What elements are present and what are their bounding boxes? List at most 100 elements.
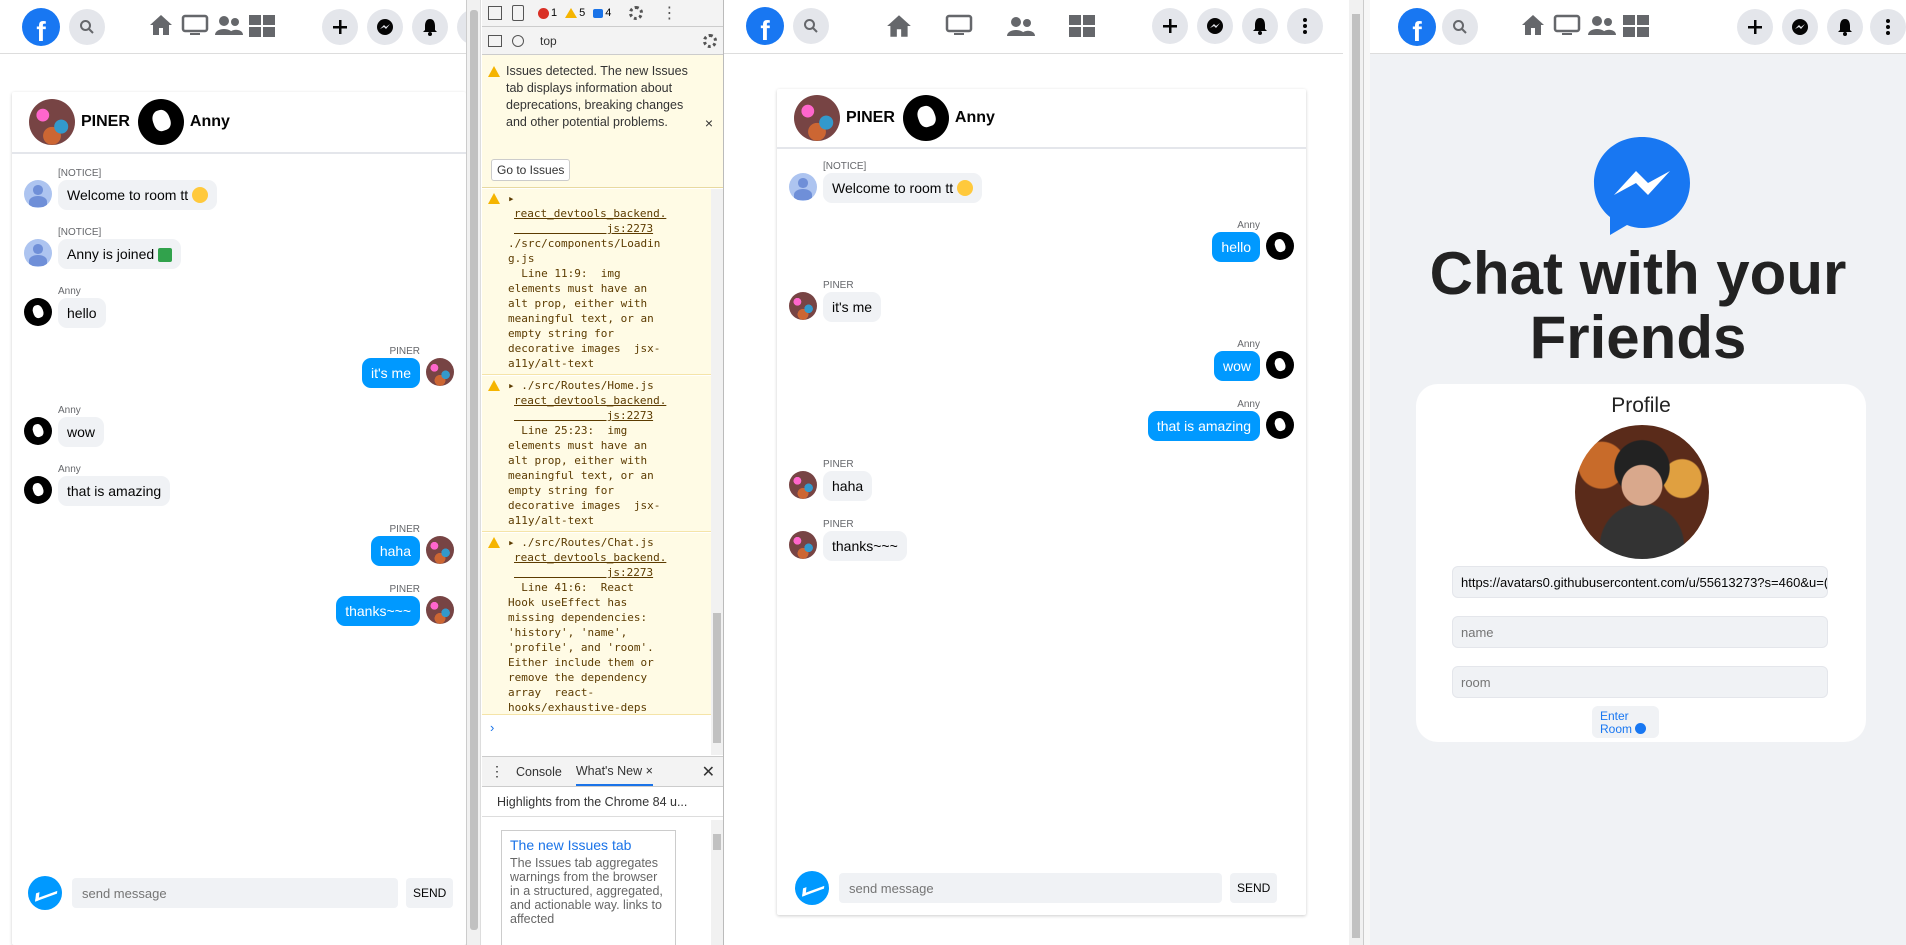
home-icon[interactable]: [885, 13, 913, 39]
message-text: that is amazing: [67, 483, 162, 499]
close-drawer-icon[interactable]: ✕: [702, 762, 715, 782]
name-input[interactable]: [1452, 616, 1828, 648]
close-banner-icon[interactable]: ×: [705, 115, 713, 131]
message-row: Anny wow: [1208, 339, 1294, 381]
facebook-logo-icon[interactable]: f: [22, 8, 60, 46]
message-text: Anny is joined: [67, 246, 155, 262]
create-plus-icon[interactable]: [322, 9, 358, 45]
groups-icon[interactable]: [1587, 15, 1617, 35]
menu-more-icon[interactable]: [457, 9, 466, 45]
message-row: Anny that is amazing: [24, 464, 176, 506]
settings-gear-icon[interactable]: [629, 6, 644, 20]
expand-arrow-icon[interactable]: ▸: [508, 192, 515, 205]
message-content: [NOTICE] Welcome to room tt: [58, 168, 218, 210]
message-content: PINER thanks~~~: [823, 519, 907, 561]
console-warning-entry[interactable]: ▸ ./src/Routes/Home.js react_devtools_bac…: [482, 376, 711, 532]
clear-console-icon[interactable]: [512, 34, 524, 47]
notifications-bell-icon[interactable]: [1242, 8, 1278, 44]
message-bubble: hello: [58, 298, 106, 328]
warning-counter[interactable]: 5: [565, 7, 585, 19]
message-sender: PINER: [823, 280, 854, 291]
facebook-logo-icon[interactable]: f: [746, 7, 784, 45]
create-plus-icon[interactable]: [1737, 9, 1773, 45]
groups-icon[interactable]: [1006, 16, 1036, 36]
entry-message: Line 25:23: img elements must have an al…: [508, 424, 661, 527]
gaming-icon[interactable]: [1068, 14, 1096, 38]
console-settings-icon[interactable]: [703, 33, 717, 48]
send-message-input[interactable]: [72, 878, 398, 908]
show-sidebar-icon[interactable]: [488, 34, 502, 47]
messenger-icon[interactable]: [367, 9, 403, 45]
entry-header: ▸ ./src/Routes/Home.js: [508, 378, 654, 393]
console-warning-entry[interactable]: ▸ react_devtools_backend. js:2273 ./src/c…: [482, 189, 711, 375]
notifications-bell-icon[interactable]: [412, 9, 448, 45]
message-sender: [NOTICE]: [58, 227, 102, 238]
message-row: Anny hello: [1206, 220, 1294, 262]
kebab-menu-icon[interactable]: ⋮: [661, 3, 677, 23]
error-counter[interactable]: 1: [538, 7, 557, 19]
message-sender: PINER: [823, 459, 854, 470]
search-icon[interactable]: [793, 8, 829, 44]
entry-source-link[interactable]: react_devtools_backend. js:2273: [514, 393, 666, 423]
context-selector[interactable]: top: [540, 34, 557, 48]
search-icon[interactable]: [69, 9, 105, 45]
send-message-input[interactable]: [839, 873, 1222, 903]
message-bubble: wow: [58, 417, 105, 447]
info-counter[interactable]: 4: [593, 7, 611, 19]
expand-arrow-icon[interactable]: ▸: [508, 379, 521, 392]
window2-scrollbar[interactable]: [1349, 0, 1363, 945]
go-to-issues-button[interactable]: Go to Issues: [491, 159, 571, 181]
entry-source-link[interactable]: react_devtools_backend. js:2273: [514, 206, 666, 236]
home-icon[interactable]: [1520, 13, 1546, 37]
profile-url-field[interactable]: https://avatars0.githubusercontent.com/u…: [1452, 566, 1828, 598]
menu-more-icon[interactable]: [1287, 8, 1323, 44]
piner-avatar: [29, 99, 75, 145]
message-bubble: wow: [1213, 351, 1260, 381]
message-input-bar: SEND: [28, 876, 454, 910]
facebook-logo-icon[interactable]: f: [1398, 8, 1436, 46]
console-warning-entry[interactable]: ▸ ./src/Routes/Chat.js react_devtools_bac…: [482, 533, 711, 715]
search-icon[interactable]: [1442, 9, 1478, 45]
entry-source-link[interactable]: react_devtools_backend. js:2273: [514, 550, 666, 580]
expand-arrow-icon[interactable]: ▸: [508, 536, 521, 549]
piner-avatar: [426, 536, 454, 564]
inspect-element-icon[interactable]: [488, 6, 502, 20]
watch-icon[interactable]: [1553, 14, 1581, 36]
message-text: wow: [1222, 358, 1251, 374]
home-icon[interactable]: [148, 13, 174, 37]
messenger-icon[interactable]: [1782, 9, 1818, 45]
console-prompt-icon[interactable]: ›: [490, 720, 494, 735]
tab-whats-new[interactable]: What's New ×: [575, 757, 653, 786]
message-content: Anny that is amazing: [1147, 399, 1260, 441]
messenger-small-icon: [1635, 723, 1647, 734]
message-row: [NOTICE] Anny is joined: [24, 227, 187, 269]
drawer-menu-icon[interactable]: ⋮: [490, 763, 504, 780]
gaming-icon[interactable]: [248, 14, 276, 38]
message-sender: Anny: [58, 405, 81, 416]
message-sender: PINER: [389, 524, 420, 535]
message-text: thanks~~~: [345, 603, 411, 619]
enter-room-button[interactable]: Enter Room: [1592, 706, 1659, 738]
menu-more-icon[interactable]: [1870, 9, 1906, 45]
warning-icon: [488, 193, 500, 204]
messenger-icon[interactable]: [1197, 8, 1233, 44]
console-scrollbar[interactable]: [711, 189, 723, 755]
devtools-left-scrollbar[interactable]: [467, 0, 481, 945]
create-plus-icon[interactable]: [1152, 8, 1188, 44]
gaming-icon[interactable]: [1622, 14, 1650, 38]
watch-icon[interactable]: [945, 14, 973, 36]
message-sender: [NOTICE]: [823, 161, 867, 172]
tab-console[interactable]: Console: [516, 765, 562, 779]
whats-new-title[interactable]: The new Issues tab: [510, 837, 667, 853]
entry-header: ▸ ./src/Routes/Chat.js: [508, 535, 654, 550]
device-toolbar-icon[interactable]: [512, 5, 524, 21]
message-bubble: it's me: [823, 292, 882, 322]
whats-new-scrollbar[interactable]: [711, 820, 723, 945]
error-count: 1: [551, 7, 558, 19]
watch-icon[interactable]: [181, 14, 209, 36]
send-button[interactable]: SEND: [1230, 873, 1278, 903]
send-button[interactable]: SEND: [406, 878, 454, 908]
groups-icon[interactable]: [214, 15, 244, 35]
notifications-bell-icon[interactable]: [1827, 9, 1863, 45]
room-input[interactable]: [1452, 666, 1828, 698]
